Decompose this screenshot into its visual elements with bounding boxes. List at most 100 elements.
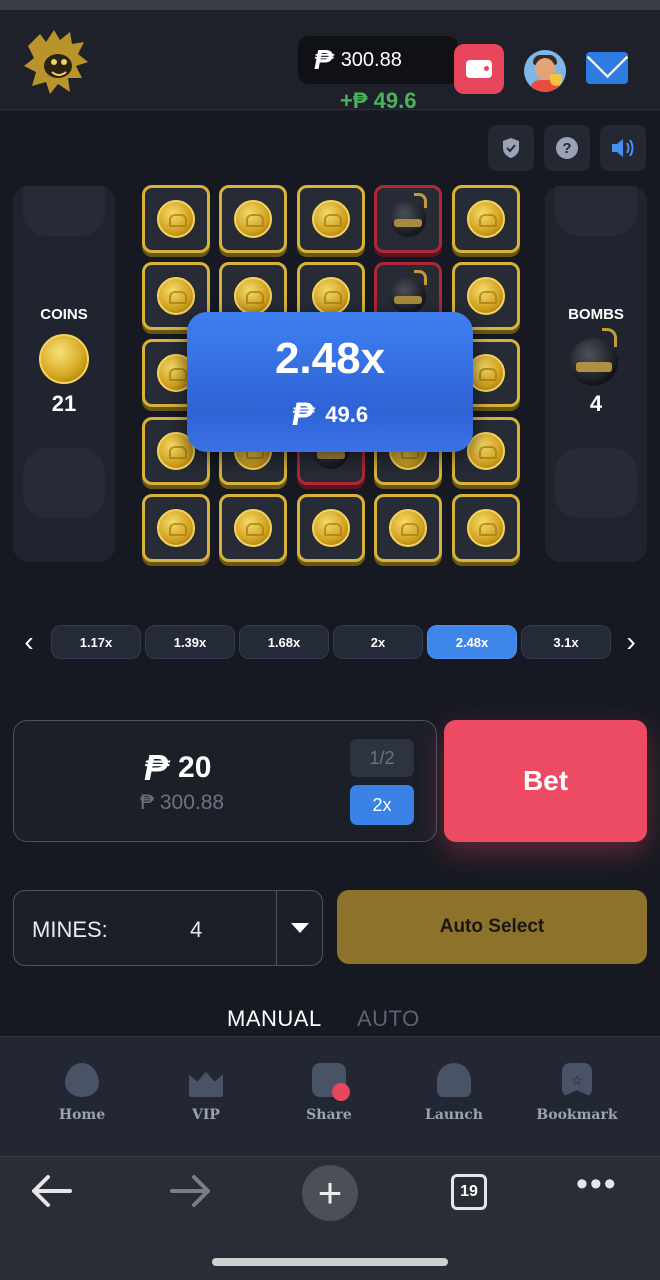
result-card: 2.48x ₱ 49.6: [187, 312, 473, 452]
currency-symbol: ₱: [144, 747, 169, 788]
plus-icon: +: [317, 1169, 343, 1216]
coin-icon: [234, 509, 272, 547]
mail-icon[interactable]: [586, 52, 628, 84]
bet-amount-value: 20: [178, 751, 212, 784]
result-win: ₱ 49.6: [187, 396, 473, 433]
coin-icon: [39, 334, 89, 384]
forward-arrow-icon[interactable]: [168, 1173, 212, 1209]
nav-label: Bookmark: [536, 1107, 618, 1123]
nav-item-launch[interactable]: Launch: [399, 1063, 509, 1123]
fairness-button[interactable]: [488, 125, 534, 171]
shield-icon: [503, 138, 519, 158]
bet-amount-box[interactable]: ₱ 20 ₱ 300.88 1/2 2x: [13, 720, 437, 842]
mines-selector[interactable]: MINES: 4: [13, 890, 323, 966]
chevron-right-icon[interactable]: ›: [616, 626, 646, 658]
multiplier-pill[interactable]: 1.39x: [145, 625, 235, 659]
flame-icon: [65, 1063, 99, 1097]
back-arrow-icon[interactable]: [30, 1173, 74, 1209]
tile-coin[interactable]: [452, 494, 520, 562]
balance-display: ₱ 300.88: [298, 36, 458, 84]
tile-coin[interactable]: [374, 494, 442, 562]
home-indicator: [212, 1258, 448, 1266]
status-strip: [0, 0, 660, 10]
crown-icon: [189, 1071, 223, 1097]
tile-coin[interactable]: [142, 494, 210, 562]
help-button[interactable]: ?: [544, 125, 590, 171]
bomb-icon: [390, 193, 427, 237]
coin-icon: [157, 277, 195, 315]
coin-icon: [389, 509, 427, 547]
bet-amount: ₱ 20: [144, 747, 211, 789]
bombs-count: 4: [589, 391, 603, 416]
bell-icon: [437, 1063, 471, 1097]
chevron-down-icon: [291, 923, 309, 933]
nav-item-share[interactable]: Share: [274, 1063, 384, 1123]
multiplier-pill[interactable]: 2x: [333, 625, 423, 659]
tile-coin[interactable]: [452, 185, 520, 253]
nav-item-vip[interactable]: VIP: [151, 1063, 261, 1123]
bottom-nav: Home VIP Share Launch ☆ Bookmark: [0, 1036, 660, 1156]
coin-icon: [234, 200, 272, 238]
auto-select-button[interactable]: Auto Select: [337, 890, 647, 964]
chevron-left-icon[interactable]: ‹: [14, 626, 44, 658]
tile-coin[interactable]: [219, 185, 287, 253]
help-icon: ?: [556, 137, 578, 159]
app-header: ₱ 300.88 +₱ 49.6: [0, 10, 660, 113]
multiplier-pill[interactable]: 1.17x: [51, 625, 141, 659]
half-bet-button[interactable]: 1/2: [350, 739, 414, 777]
nav-item-home[interactable]: Home: [27, 1063, 137, 1123]
coins-label: COINS: [40, 306, 88, 323]
nav-label: VIP: [192, 1107, 220, 1123]
sound-button[interactable]: [600, 125, 646, 171]
new-tab-button[interactable]: +: [302, 1165, 358, 1221]
more-menu-icon[interactable]: •••: [576, 1165, 618, 1204]
tab-auto[interactable]: AUTO: [357, 1006, 420, 1032]
speaker-icon: [612, 139, 634, 157]
coin-icon: [312, 200, 350, 238]
mines-label: MINES:: [32, 917, 108, 942]
tile-bomb[interactable]: [374, 185, 442, 253]
balance-amount: 300.88: [340, 48, 402, 71]
coins-count: 21: [51, 391, 77, 416]
share-icon: [312, 1063, 350, 1101]
nav-label: Launch: [425, 1107, 483, 1123]
bet-button[interactable]: Bet: [444, 720, 647, 842]
wallet-icon: [466, 60, 492, 78]
multiplier-pill[interactable]: 2.48x: [427, 625, 517, 659]
multiplier-pill[interactable]: 1.68x: [239, 625, 329, 659]
multiplier-pill[interactable]: 3.1x: [521, 625, 611, 659]
tile-coin[interactable]: [142, 185, 210, 253]
avatar[interactable]: [524, 50, 566, 92]
bet-balance: ₱ 300.88: [140, 791, 225, 814]
coin-icon: [467, 509, 505, 547]
nav-label: Home: [58, 1107, 106, 1123]
bomb-icon: [570, 328, 618, 386]
result-win-amount: 49.6: [325, 401, 369, 427]
currency-symbol: ₱: [314, 44, 333, 75]
tile-coin[interactable]: [219, 494, 287, 562]
coin-icon: [467, 277, 505, 315]
bookmark-icon: ☆: [562, 1063, 592, 1097]
coin-icon: [157, 509, 195, 547]
nav-item-bookmark[interactable]: ☆ Bookmark: [522, 1063, 632, 1123]
coin-icon: [157, 200, 195, 238]
trophy-icon: [550, 74, 562, 86]
currency-symbol: ₱: [291, 396, 314, 432]
bomb-icon: [390, 270, 427, 314]
coin-icon: [312, 509, 350, 547]
nav-label: Share: [306, 1107, 352, 1123]
lion-logo-icon[interactable]: [20, 28, 90, 98]
coin-icon: [234, 277, 272, 315]
result-multiplier: 2.48x: [274, 334, 386, 383]
tabs-count-button[interactable]: 19: [451, 1174, 487, 1210]
wallet-button[interactable]: [454, 44, 504, 94]
coin-icon: [312, 277, 350, 315]
double-bet-button[interactable]: 2x: [350, 785, 414, 825]
bombs-label: BOMBS: [568, 306, 624, 323]
mines-value: 4: [190, 917, 203, 942]
coin-icon: [467, 200, 505, 238]
tab-manual[interactable]: MANUAL: [227, 1006, 322, 1032]
mines-dropdown-button[interactable]: [276, 891, 323, 965]
tile-coin[interactable]: [297, 185, 365, 253]
tile-coin[interactable]: [297, 494, 365, 562]
